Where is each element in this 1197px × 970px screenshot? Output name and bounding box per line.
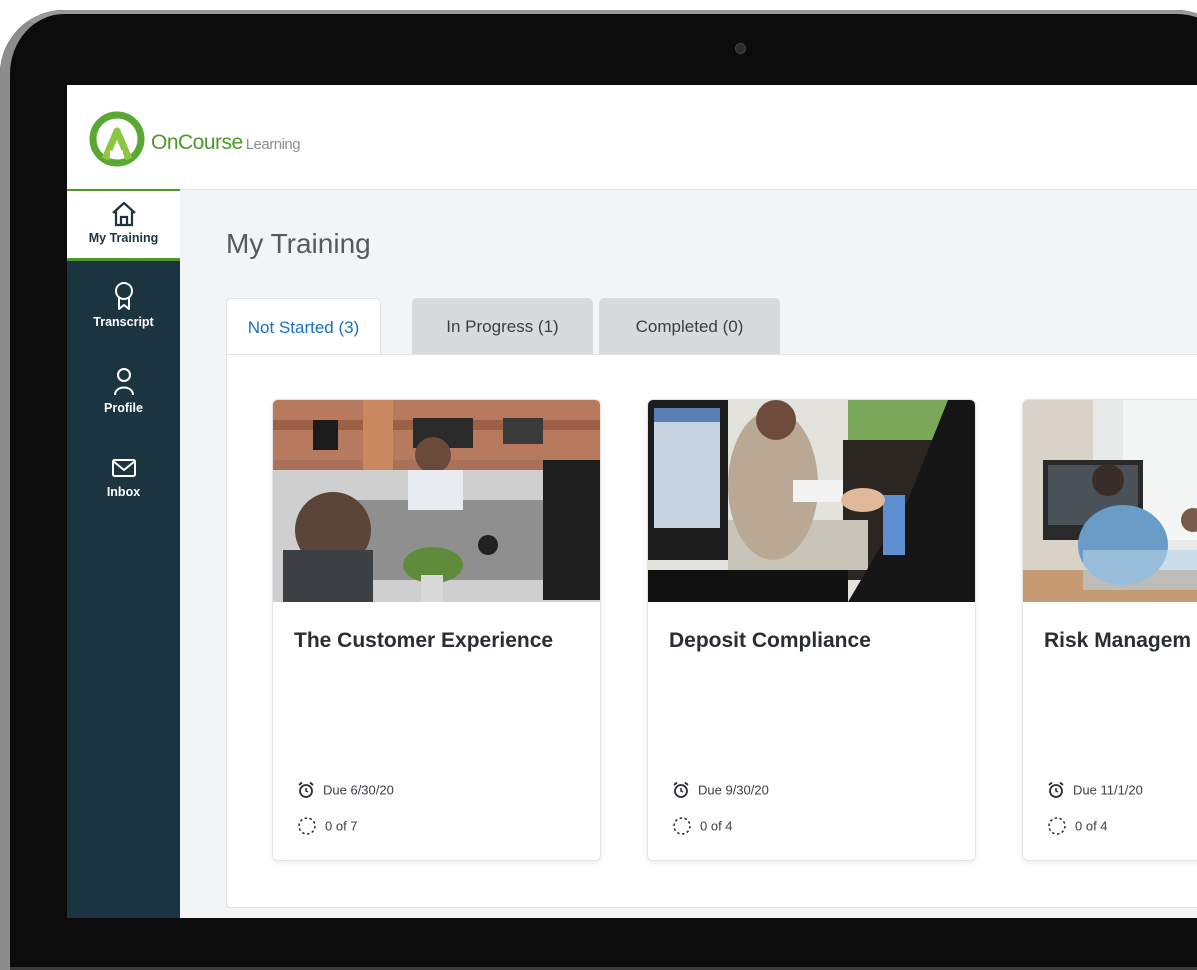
home-icon — [111, 201, 136, 227]
sidebar-item-inbox[interactable]: Inbox — [67, 455, 180, 527]
due-date: Due 9/30/20 — [698, 782, 769, 798]
course-title: Risk Managem — [1044, 629, 1192, 652]
alarm-clock-icon — [673, 781, 689, 798]
page-title: My Training — [226, 228, 371, 259]
course-progress: 0 of 7 — [297, 816, 358, 836]
due-date: Due 11/1/20 — [1073, 782, 1143, 798]
course-panel: The Customer Experience Due 6/30/20 0 of… — [226, 354, 1197, 908]
camera-icon — [736, 44, 745, 53]
sidebar-item-profile[interactable]: Profile — [67, 367, 180, 439]
bank-teller-photo — [648, 400, 975, 602]
user-icon — [113, 368, 134, 396]
progress-count: 0 of 7 — [325, 818, 358, 834]
course-title: The Customer Experience — [294, 629, 554, 652]
course-card[interactable]: The Customer Experience Due 6/30/20 0 of… — [272, 399, 601, 861]
brand-secondary: Learning — [245, 136, 301, 153]
sidebar-item-transcript[interactable]: Transcript — [67, 281, 180, 353]
course-card[interactable]: Risk Managem Due 11/1/20 0 of 4 — [1022, 399, 1197, 861]
app-header: OnCourse Learning — [67, 85, 1197, 190]
progress-count: 0 of 4 — [700, 818, 733, 834]
call-center-photo — [273, 400, 600, 602]
course-card[interactable]: Deposit Compliance Due 9/30/20 0 of 4 — [647, 399, 976, 861]
course-due: Due 11/1/20 — [1047, 781, 1143, 799]
alarm-clock-icon — [1048, 781, 1064, 798]
progress-ring-icon — [1048, 817, 1066, 835]
tab-completed[interactable]: Completed (0) — [599, 298, 780, 354]
course-due: Due 9/30/20 — [672, 781, 769, 799]
sidebar-item-label: My Training — [88, 231, 159, 245]
ribbon-icon — [114, 282, 133, 310]
tab-not-started[interactable]: Not Started (3) — [226, 298, 381, 356]
mail-icon — [111, 459, 136, 477]
sidebar: My Training Transcript Profile Inbox — [67, 189, 180, 918]
sidebar-item-label: Inbox — [106, 485, 141, 499]
due-date: Due 6/30/20 — [323, 782, 394, 798]
course-progress: 0 of 4 — [672, 816, 733, 836]
tab-in-progress[interactable]: In Progress (1) — [412, 298, 593, 354]
office-meeting-photo — [1023, 400, 1197, 602]
sidebar-item-label: Profile — [104, 401, 143, 415]
progress-ring-icon — [673, 817, 691, 835]
sidebar-item-my-training[interactable]: My Training — [67, 189, 180, 261]
brand-primary: OnCourse — [151, 131, 243, 154]
app-screen: OnCourseLearning My Training Transcript — [67, 85, 1197, 918]
alarm-clock-icon — [298, 781, 314, 798]
course-title: Deposit Compliance — [669, 629, 871, 652]
course-progress: 0 of 4 — [1047, 816, 1108, 836]
progress-count: 0 of 4 — [1075, 818, 1108, 834]
sidebar-item-label: Transcript — [93, 315, 154, 329]
oncourse-logo-icon — [89, 111, 145, 167]
course-due: Due 6/30/20 — [297, 781, 394, 799]
progress-ring-icon — [298, 817, 316, 835]
brand-name[interactable]: OnCourse Learning — [151, 131, 301, 155]
